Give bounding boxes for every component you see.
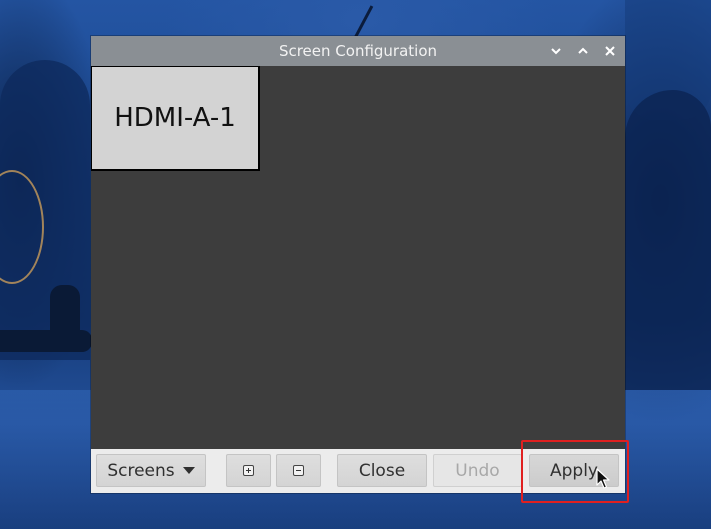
dropdown-arrow-icon bbox=[182, 467, 195, 474]
zoom-out-icon bbox=[293, 465, 304, 476]
undo-button[interactable]: Undo bbox=[433, 454, 522, 487]
title-bar[interactable]: Screen Configuration bbox=[91, 36, 625, 66]
close-icon bbox=[605, 46, 615, 56]
zoom-out-button[interactable] bbox=[276, 454, 321, 487]
monitor-label: HDMI-A-1 bbox=[114, 103, 236, 133]
wallpaper-mountain bbox=[625, 90, 711, 390]
wallpaper-fishing-rod bbox=[353, 5, 374, 39]
wallpaper-boat bbox=[0, 330, 92, 352]
screen-layout-canvas[interactable]: HDMI-A-1 bbox=[91, 66, 625, 449]
minimize-button[interactable] bbox=[547, 42, 565, 60]
screen-configuration-window: Screen Configuration HDMI-A-1 Screens Cl… bbox=[91, 36, 625, 493]
zoom-in-icon bbox=[243, 465, 254, 476]
mouse-pointer-icon bbox=[596, 468, 610, 489]
chevron-up-icon bbox=[578, 47, 588, 54]
screens-label: Screens bbox=[107, 460, 175, 481]
zoom-in-button[interactable] bbox=[226, 454, 271, 487]
monitor-hdmi-a-1[interactable]: HDMI-A-1 bbox=[91, 66, 260, 171]
apply-highlight-box bbox=[521, 440, 629, 503]
wallpaper-fisherman bbox=[50, 285, 80, 335]
window-title: Screen Configuration bbox=[278, 42, 438, 60]
close-button[interactable]: Close bbox=[337, 454, 427, 487]
screens-menu-button[interactable]: Screens bbox=[96, 454, 206, 487]
close-window-button[interactable] bbox=[601, 42, 619, 60]
chevron-down-icon bbox=[551, 48, 561, 55]
maximize-button[interactable] bbox=[574, 42, 592, 60]
